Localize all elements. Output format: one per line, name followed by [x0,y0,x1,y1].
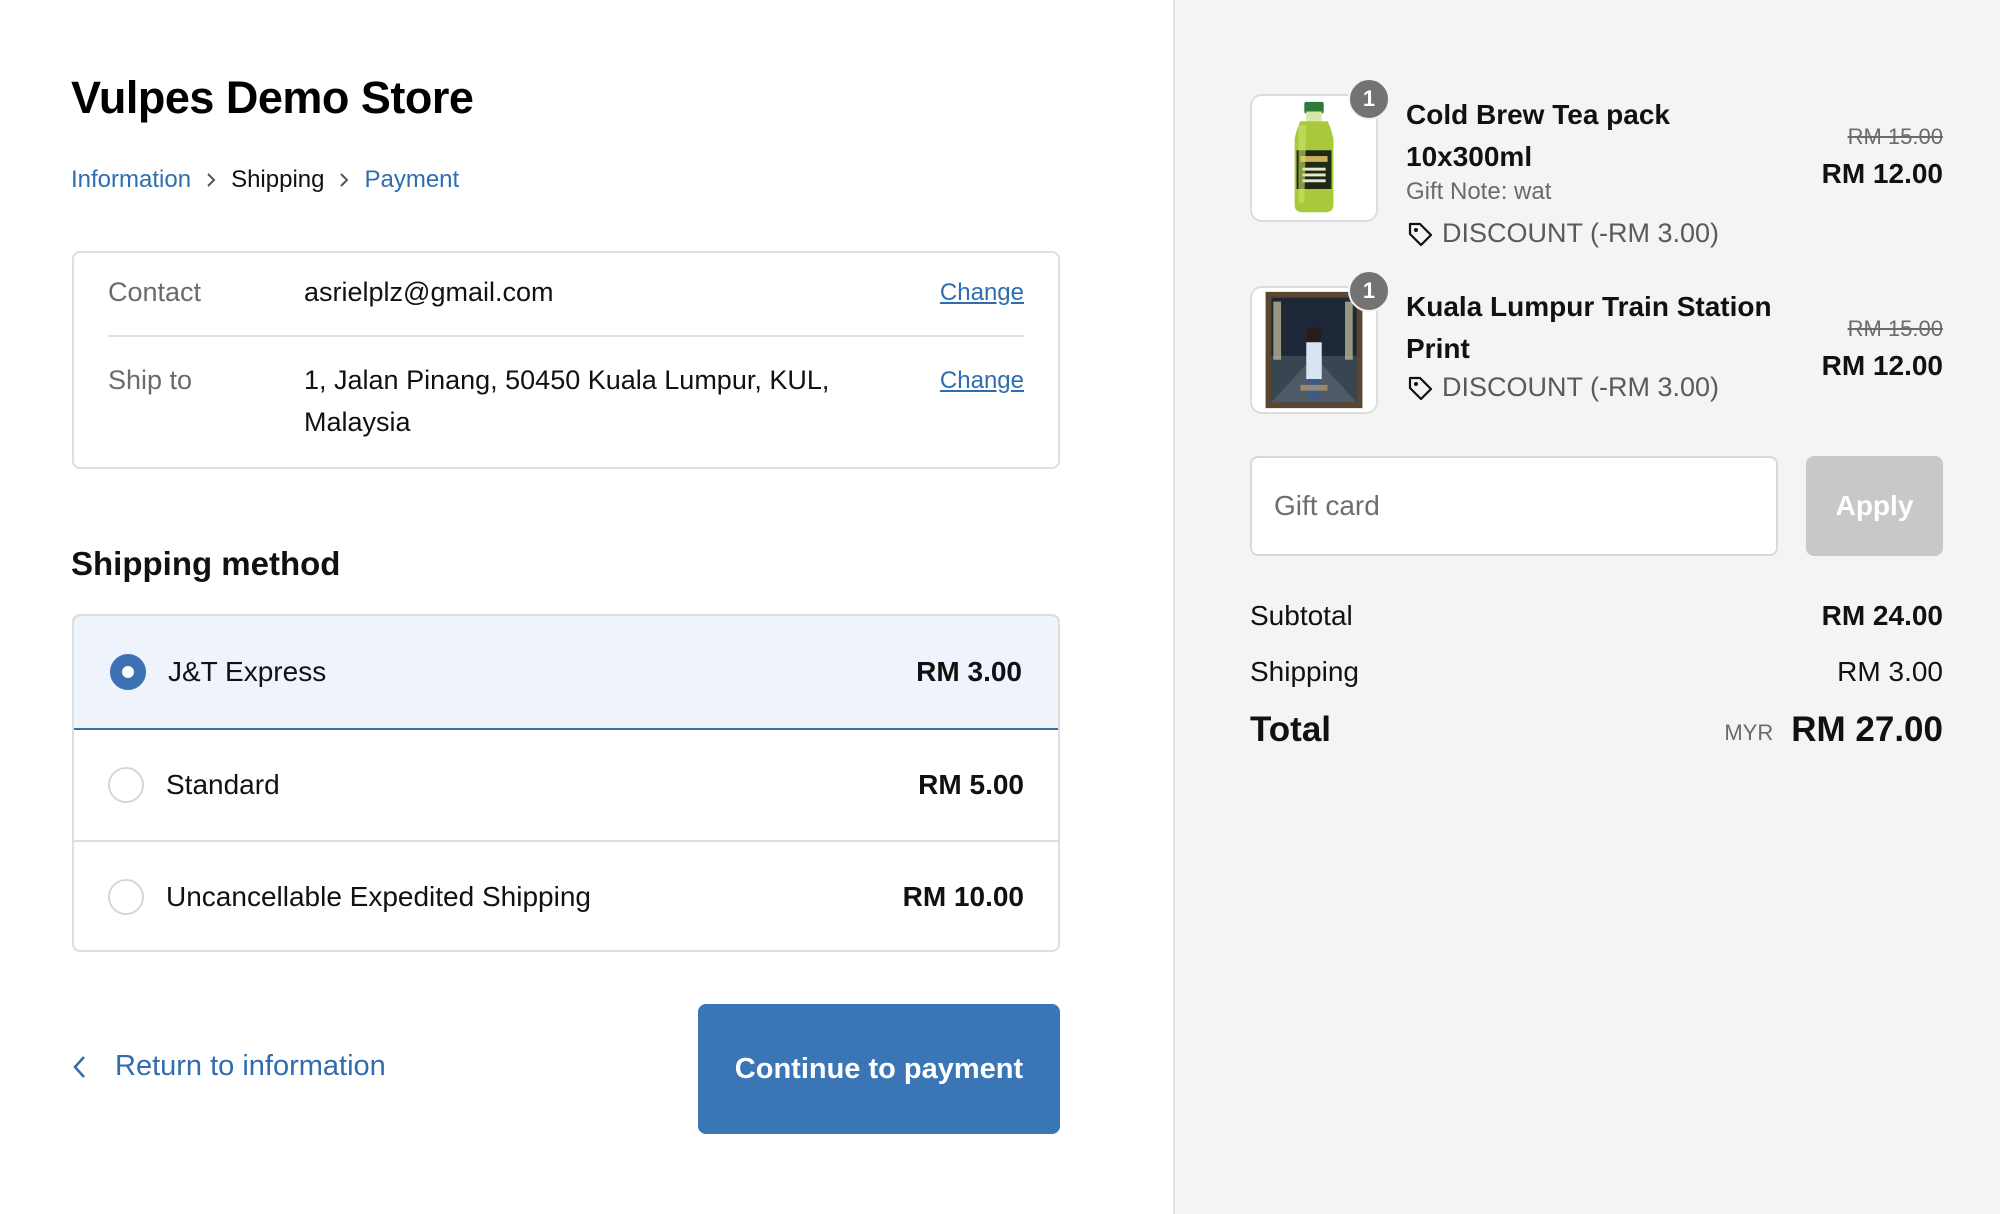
breadcrumb-information[interactable]: Information [71,166,191,194]
item-price: RM 12.00 [1821,350,1943,381]
total-label: Total [1250,710,1332,749]
tea-bottle-image: 1 [1250,78,1390,222]
original-price: RM 15.00 [1847,316,1943,341]
chevron-left-icon [73,1055,85,1078]
breadcrumb-payment[interactable]: Payment [364,166,459,194]
radio-button-selected[interactable] [110,654,146,690]
store-title: Vulpes Demo Store [71,72,474,123]
chevron-right-icon [191,165,231,195]
item-name: Kuala Lumpur Train Station Print [1406,291,1772,364]
contact-value: asrielplz@gmail.com [304,277,554,307]
currency-code: MYR [1724,720,1774,745]
change-contact-link[interactable]: Change [940,279,1024,335]
shipping-option-name: J&T Express [168,656,327,687]
breadcrumb-shipping: Shipping [231,166,325,193]
ship-to-value: 1, Jalan Pinang, 50450 Kuala Lumpur, KUL… [304,365,830,437]
total-row: Total MYR RM 27.00 [1250,710,1943,750]
shipping-option-price: RM 5.00 [918,768,1024,800]
radio-button[interactable] [108,879,144,915]
chevron-right-icon [324,165,364,195]
discount-label: DISCOUNT (-RM 3.00) [1442,218,1720,248]
cart-item: 1 Kuala Lumpur Train Station Print DISCO… [1250,270,1943,416]
cart-item: 1 Cold Brew Tea pack 10x300ml Gift Note:… [1250,78,1943,254]
contact-label: Contact [108,277,202,307]
shipping-row: Shipping RM 3.00 [1250,656,1943,688]
tag-icon [1408,222,1433,246]
apply-button[interactable]: Apply [1806,456,1943,556]
change-ship-to-link[interactable]: Change [940,367,1024,443]
shipping-option-price: RM 10.00 [902,881,1024,912]
shipping-option-expedited[interactable]: Uncancellable Expedited Shipping RM 10.0… [74,840,1058,950]
review-box: Contact asrielplz@gmail.com Change Ship … [72,251,1060,469]
quantity-badge: 1 [1348,78,1390,120]
shipping-method-list: Standard RM 5.00 Uncancellable Expedited… [72,614,1060,952]
original-price: RM 15.00 [1847,124,1943,149]
return-label: Return to information [115,1050,386,1082]
shipping-option-price: RM 3.00 [916,656,1022,687]
framed-print-image: 1 [1250,270,1390,414]
shipping-value: RM 3.00 [1837,656,1943,687]
shipping-option-name: Standard [166,768,280,800]
breadcrumb: Information Shipping Payment [71,165,459,195]
item-name: Cold Brew Tea pack 10x300ml [1406,99,1671,172]
item-gift-note: Gift Note: wat [1406,178,1552,205]
subtotal-label: Subtotal [1250,600,1353,631]
radio-button[interactable] [108,766,144,803]
shipping-method-title: Shipping method [71,545,341,582]
total-value: RM 27.00 [1791,710,1943,749]
ship-to-row: Ship to 1, Jalan Pinang, 50450 Kuala Lum… [108,365,1024,443]
item-price: RM 12.00 [1821,158,1943,189]
return-to-information-link[interactable]: Return to information [71,1050,386,1083]
ship-to-label: Ship to [108,365,193,395]
item-discount: DISCOUNT (-RM 3.00) [1406,218,1719,249]
subtotal-value: RM 24.00 [1821,600,1943,631]
quantity-badge: 1 [1348,270,1390,312]
shipping-option-jt-express[interactable]: J&T Express RM 3.00 [74,616,1058,730]
item-discount: DISCOUNT (-RM 3.00) [1406,372,1719,403]
discount-label: DISCOUNT (-RM 3.00) [1442,372,1720,402]
tag-icon [1408,376,1433,400]
gift-card-input[interactable]: Gift card [1250,456,1778,556]
shipping-option-standard[interactable]: Standard RM 5.00 [74,728,1058,840]
shipping-label: Shipping [1250,656,1359,687]
shipping-option-name: Uncancellable Expedited Shipping [166,881,591,912]
contact-row: Contact asrielplz@gmail.com Change [108,277,1024,337]
subtotal-row: Subtotal RM 24.00 [1250,600,1943,632]
continue-to-payment-button[interactable]: Continue to payment [698,1004,1060,1134]
